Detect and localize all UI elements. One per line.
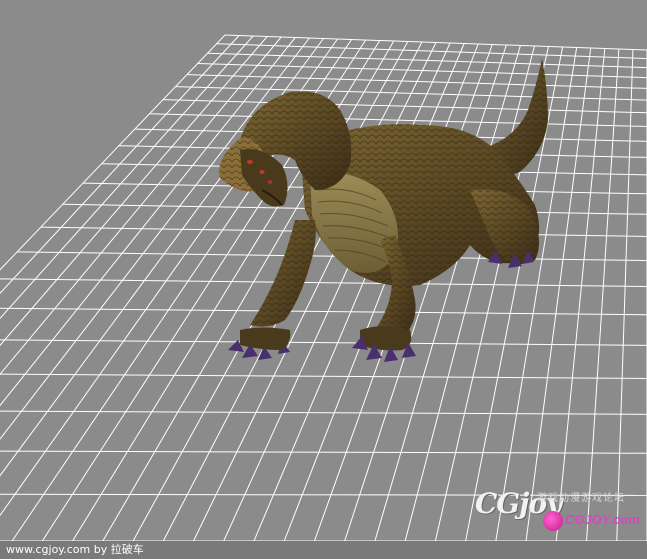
creature-head <box>240 149 288 207</box>
status-bar-text: www.cgjoy.com by 拉破车 <box>6 543 144 556</box>
creature-eye <box>247 160 253 164</box>
creature-model[interactable] <box>0 0 647 541</box>
watermark-site-text: CGJOY.com <box>565 512 640 527</box>
site-watermark: CGjoy 游戏动漫游戏论坛 CGJOY.com <box>475 487 647 541</box>
watermark-chinese-text: 游戏动漫游戏论坛 <box>537 493 625 504</box>
3d-viewport[interactable]: CGjoy 游戏动漫游戏论坛 CGJOY.com www.cgjoy.com b… <box>0 0 647 559</box>
watermark-badge-icon <box>543 511 563 531</box>
status-bar: www.cgjoy.com by 拉破车 <box>0 541 647 559</box>
